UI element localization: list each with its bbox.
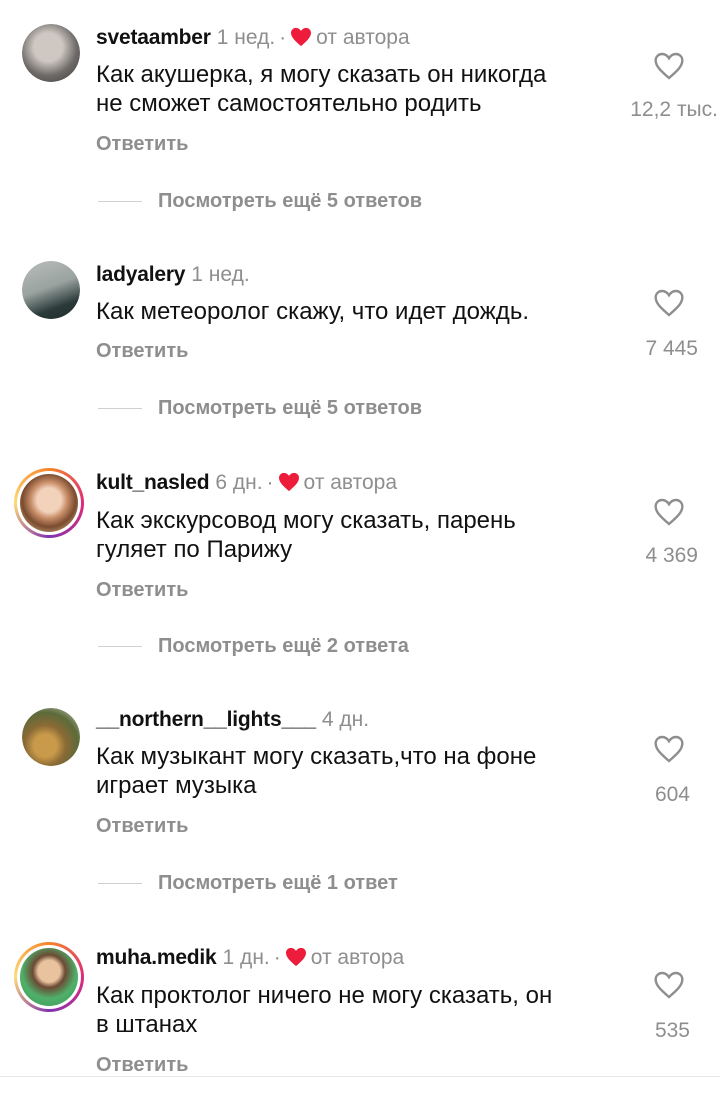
separator-dot: · — [266, 471, 274, 494]
comment-text: Как метеоролог скажу, что идет дождь. — [96, 297, 616, 326]
view-more-replies-label: Посмотреть ещё 5 ответов — [158, 190, 423, 212]
avatar[interactable] — [22, 24, 80, 82]
separator-dot: · — [279, 26, 287, 49]
timestamp: 4 дн. — [321, 708, 370, 731]
like-count: 12,2 тыс. — [630, 98, 718, 121]
reply-button[interactable]: Ответить — [96, 340, 188, 363]
like-heart-icon[interactable] — [653, 734, 685, 764]
like-count: 4 369 — [645, 544, 698, 567]
username[interactable]: kult_nasled — [96, 471, 210, 494]
author-heart-icon — [285, 947, 306, 967]
divider-line — [98, 201, 142, 203]
comment-text-line: играет музыка — [96, 772, 257, 799]
comment-text-line: Как музыкант могу сказать,что на фоне — [96, 743, 537, 770]
timestamp: 6 дн. — [215, 471, 263, 494]
username[interactable]: ladyalery — [96, 263, 185, 286]
comment-text-line: Как экскурсовод могу сказать, парень — [96, 507, 516, 534]
comment-text: Как акушерка, я могу сказать он никогда … — [96, 60, 616, 118]
comment-meta: __northern__lights___ 4 дн. — [96, 708, 369, 732]
timestamp: 1 нед. — [216, 26, 276, 49]
like-heart-icon[interactable] — [653, 288, 685, 318]
comment-text: Как экскурсовод могу сказать, парень гул… — [96, 506, 616, 564]
reply-button[interactable]: Ответить — [96, 1054, 188, 1077]
comment-text: Как проктолог ничего не могу сказать, он… — [96, 981, 616, 1039]
comment-meta: kult_nasled 6 дн. · от автора — [96, 471, 397, 495]
divider-line — [98, 646, 142, 648]
bottom-divider — [0, 1076, 720, 1077]
comment-meta: svetaamber 1 нед. · от автора — [96, 26, 410, 50]
by-author-label: от автора — [310, 946, 405, 969]
timestamp: 1 нед. — [191, 263, 250, 286]
like-heart-icon[interactable] — [653, 51, 685, 81]
avatar[interactable] — [14, 468, 84, 538]
divider-line — [98, 408, 142, 410]
view-more-replies-button[interactable]: Посмотреть ещё 5 ответов — [98, 190, 422, 213]
username[interactable]: __northern__lights___ — [96, 708, 316, 731]
comment-text-line: в штанах — [96, 1011, 198, 1038]
avatar[interactable] — [22, 708, 80, 766]
like-count: 535 — [654, 1019, 690, 1042]
comment-text-line: гуляет по Парижу — [96, 536, 293, 563]
by-author-label: от автора — [303, 471, 398, 494]
reply-button[interactable]: Ответить — [96, 579, 188, 602]
view-more-replies-button[interactable]: Посмотреть ещё 5 ответов — [98, 397, 422, 420]
like-count: 7 445 — [645, 337, 698, 360]
comment-meta: muha.medik 1 дн. · от автора — [96, 946, 404, 970]
like-heart-icon[interactable] — [653, 970, 685, 1000]
reply-button[interactable]: Ответить — [96, 815, 188, 838]
comment-text-line: Как метеоролог скажу, что идет дождь. — [96, 298, 529, 325]
like-count: 604 — [654, 783, 690, 806]
comment-text: Как музыкант могу сказать,что на фоне иг… — [96, 742, 616, 800]
view-more-replies-label: Посмотреть ещё 2 ответа — [158, 635, 409, 657]
username[interactable]: svetaamber — [96, 26, 211, 49]
username[interactable]: muha.medik — [96, 946, 217, 969]
author-heart-icon — [291, 27, 312, 47]
avatar[interactable] — [22, 261, 80, 319]
like-heart-icon[interactable] — [653, 497, 685, 527]
comment-meta: ladyalery 1 нед. — [96, 263, 250, 287]
view-more-replies-button[interactable]: Посмотреть ещё 1 ответ — [98, 872, 398, 895]
view-more-replies-label: Посмотреть ещё 1 ответ — [158, 872, 398, 894]
comment-text-line: не сможет самостоятельно родить — [96, 90, 482, 117]
author-heart-icon — [278, 472, 299, 492]
reply-button[interactable]: Ответить — [96, 133, 188, 156]
divider-line — [98, 883, 142, 885]
avatar[interactable] — [14, 942, 84, 1012]
separator-dot: · — [273, 946, 281, 969]
view-more-replies-button[interactable]: Посмотреть ещё 2 ответа — [98, 635, 409, 658]
view-more-replies-label: Посмотреть ещё 5 ответов — [158, 397, 423, 419]
comment-text-line: Как акушерка, я могу сказать он никогда — [96, 61, 547, 88]
comment-text-line: Как проктолог ничего не могу сказать, он — [96, 982, 553, 1009]
by-author-label: от автора — [316, 26, 410, 49]
timestamp: 1 дн. — [222, 946, 270, 969]
